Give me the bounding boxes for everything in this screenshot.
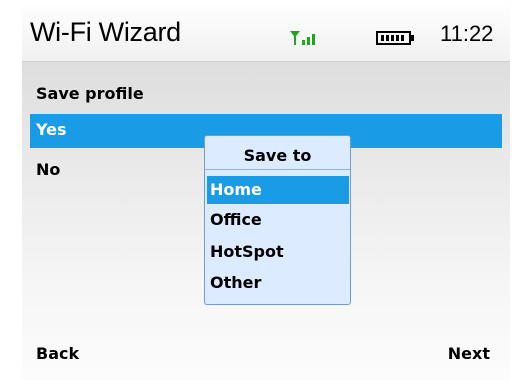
page-title: Save profile [36,84,144,103]
popup-item-label: Home [210,180,262,199]
next-softkey[interactable]: Next [448,344,490,363]
battery-full-icon [376,31,414,45]
popup-item-other[interactable]: Other [207,269,349,297]
phone-screen: Wi-Fi Wizard 11:22 Save profile Yes No B… [22,0,510,380]
option-label: No [36,160,61,179]
signal-strength-icon [290,31,315,45]
popup-item-label: Office [210,210,262,229]
back-softkey[interactable]: Back [36,344,79,363]
popup-item-home[interactable]: Home [207,176,349,204]
popup-item-label: HotSpot [210,242,284,261]
save-to-popup: Save to Home Office HotSpot Other [204,135,351,305]
app-title: Wi-Fi Wizard [30,17,181,47]
clock: 11:22 [440,21,494,46]
popup-item-label: Other [210,273,262,292]
status-bar: Wi-Fi Wizard 11:22 [22,0,510,62]
popup-item-hotspot[interactable]: HotSpot [207,238,349,266]
popup-title: Save to [205,142,350,170]
option-label: Yes [36,120,67,139]
popup-item-office[interactable]: Office [207,206,349,234]
